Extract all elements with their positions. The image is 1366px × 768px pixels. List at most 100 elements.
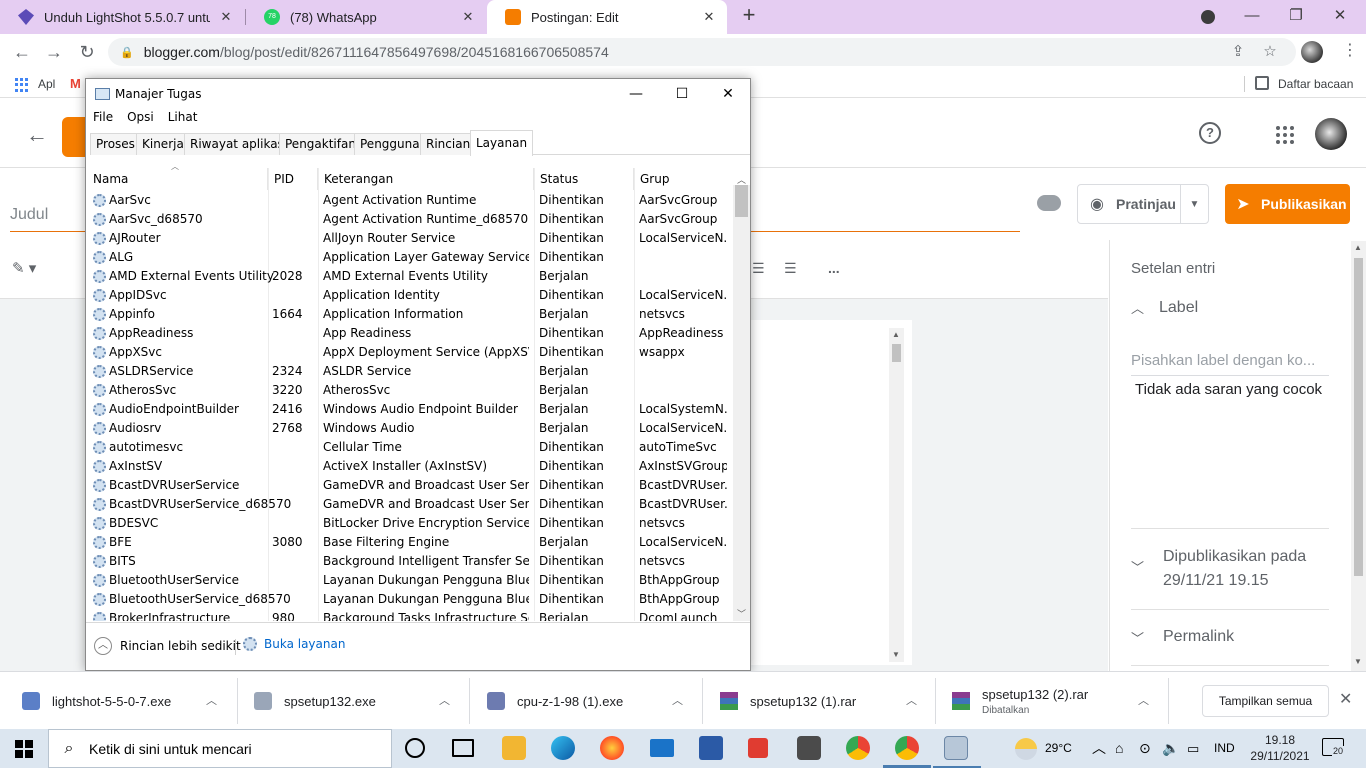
service-row[interactable]: BrokerInfrastructure 980 Background Tasks … (87, 609, 733, 621)
services-scrollbar[interactable]: ︿ ﹀ (733, 176, 750, 621)
taskbar-search-box[interactable]: ⌕ Ketik di sini untuk mencari (48, 729, 392, 768)
service-row[interactable]: Audiosrv 2768 Windows Audio Berjalan LocalSe… (87, 419, 733, 438)
compose-mode-icon[interactable]: ✎ ▾ (12, 259, 36, 277)
column-group[interactable]: Grup (634, 168, 733, 190)
download-item[interactable]: spsetup132 (2).rar Dibatalkan ︿ (952, 672, 1166, 730)
menu-view[interactable]: Lihat (161, 110, 205, 128)
tab-startup[interactable]: Pengaktifan (279, 133, 362, 155)
store-icon[interactable] (699, 736, 723, 760)
scroll-down-icon[interactable]: ▼ (1354, 657, 1362, 666)
download-item[interactable]: lightshot-5-5-0-7.exe ︿ (22, 672, 236, 730)
service-row[interactable]: AarSvc Agent Activation Runtime Dihentikan… (87, 191, 733, 210)
sidebar-scrollbar[interactable]: ▲ ▼ (1351, 241, 1366, 671)
tab-lightshot[interactable]: Unduh LightShot 5.5.0.7 untuk W ✕ (0, 0, 244, 34)
menu-file[interactable]: File (86, 110, 120, 128)
chevron-up-icon[interactable]: ︿ (906, 692, 917, 708)
published-section-toggle[interactable]: ﹀ Dipublikasikan pada 29/11/21 19.15 (1131, 545, 1306, 593)
close-tab-icon[interactable]: ✕ (218, 9, 234, 25)
tab-app-history[interactable]: Riwayat aplikasi (184, 133, 294, 155)
service-row[interactable]: ALG Application Layer Gateway Service Dihe… (87, 248, 733, 267)
chrome-icon[interactable] (846, 736, 870, 760)
chrome-menu-icon[interactable]: ⋮ (1340, 40, 1360, 60)
service-row[interactable]: BcastDVRUserService GameDVR and Broadcast… (87, 476, 733, 495)
service-row[interactable]: AJRouter AllJoyn Router Service Dihentikan… (87, 229, 733, 248)
close-shelf-icon[interactable]: ✕ (1339, 689, 1352, 709)
service-row[interactable]: BDESVC BitLocker Drive Encryption Service… (87, 514, 733, 533)
preview-button[interactable]: ◉ Pratinjau ▼ (1077, 184, 1209, 224)
service-row[interactable]: BluetoothUserService_d68570 Layanan Dukun… (87, 590, 733, 609)
close-icon[interactable]: ✕ (705, 83, 751, 105)
reading-list[interactable]: Daftar bacaan (1278, 77, 1353, 91)
scroll-up-icon[interactable]: ▲ (1354, 243, 1362, 252)
show-hidden-icons-icon[interactable]: ︿ (1092, 729, 1106, 768)
gmail-icon[interactable]: M (70, 76, 81, 91)
download-item[interactable]: spsetup132.exe ︿ (254, 672, 468, 730)
volume-icon[interactable]: 🔈 (1162, 729, 1179, 768)
service-row[interactable]: AppXSvc AppX Deployment Service (AppXSVC)… (87, 343, 733, 362)
blogger-back-arrow-icon[interactable]: ← (26, 122, 48, 148)
tab-blogger-edit[interactable]: Postingan: Edit ✕ (487, 0, 727, 34)
restore-window-icon[interactable]: ❐ (1274, 0, 1318, 34)
chevron-up-icon[interactable]: ︿ (1138, 692, 1149, 708)
editor-scrollbar[interactable]: ▲ ▼ (889, 328, 904, 662)
apps-grid-icon[interactable] (15, 78, 29, 92)
service-row[interactable]: AtherosSvc 3220 AtherosSvc Berjalan (87, 381, 733, 400)
service-row[interactable]: AMD External Events Utility 2028 AMD Exter… (87, 267, 733, 286)
profile-avatar[interactable] (1301, 41, 1323, 63)
service-row[interactable]: AppReadiness App Readiness Dihentikan AppRe… (87, 324, 733, 343)
menu-options[interactable]: Opsi (120, 110, 161, 128)
chrome-active-icon[interactable] (883, 736, 931, 768)
service-row[interactable]: BITS Background Intelligent Transfer Serv… (87, 552, 733, 571)
service-row[interactable]: ASLDRService 2324 ASLDR Service Berjalan (87, 362, 733, 381)
input-language[interactable]: IND (1214, 729, 1235, 768)
close-window-icon[interactable]: ✕ (1318, 0, 1362, 34)
taskbar-clock[interactable]: 19.18 29/11/2021 (1244, 732, 1316, 764)
tab-whatsapp[interactable]: 78 (78) WhatsApp ✕ (246, 0, 486, 34)
minimize-icon[interactable]: — (613, 83, 659, 105)
maximize-icon[interactable]: ☐ (659, 83, 705, 105)
minimize-window-icon[interactable]: — (1230, 0, 1274, 34)
network-icon[interactable]: ⌂ (1115, 729, 1123, 768)
scroll-thumb[interactable] (1354, 258, 1363, 576)
close-tab-icon[interactable]: ✕ (460, 9, 476, 25)
service-row[interactable]: BcastDVRUserService_d68570 GameDVR and Br… (87, 495, 733, 514)
chevron-down-icon[interactable]: ▼ (1181, 199, 1208, 210)
task-manager-taskbar-icon[interactable] (933, 736, 981, 768)
column-description[interactable]: Keterangan (318, 168, 534, 190)
download-item[interactable]: cpu-z-1-98 (1).exe ︿ (487, 672, 701, 730)
account-avatar[interactable] (1315, 118, 1347, 150)
scroll-up-icon[interactable]: ▲ (892, 330, 900, 339)
indent-decrease-icon[interactable]: ☰ (784, 260, 797, 277)
edge-icon[interactable] (551, 736, 575, 760)
close-tab-icon[interactable]: ✕ (701, 9, 717, 25)
battery-icon[interactable]: ▭ (1187, 729, 1199, 768)
service-row[interactable]: AarSvc_d68570 Agent Activation Runtime_d6… (87, 210, 733, 229)
task-manager-titlebar[interactable]: Manajer Tugas — ☐ ✕ (86, 79, 750, 109)
editor-page[interactable] (750, 320, 912, 665)
task-view-icon[interactable] (452, 739, 474, 757)
back-arrow-icon[interactable]: ← (10, 40, 34, 64)
reading-list-icon[interactable] (1255, 76, 1269, 90)
column-pid[interactable]: PID (268, 168, 318, 190)
chevron-up-icon[interactable]: ︿ (206, 692, 217, 708)
service-row[interactable]: AxInstSV ActiveX Installer (AxInstSV) Dihe… (87, 457, 733, 476)
label-input[interactable]: Pisahkan label dengan ko... (1131, 352, 1329, 376)
indent-increase-icon[interactable]: ☰ (752, 260, 765, 277)
service-row[interactable]: BluetoothUserService Layanan Dukungan Pen… (87, 571, 733, 590)
permalink-section-toggle[interactable]: ﹀ Permalink (1131, 628, 1234, 647)
column-name[interactable]: Nama (87, 168, 268, 190)
show-all-downloads-button[interactable]: Tampilkan semua (1202, 685, 1329, 717)
scroll-down-icon[interactable]: ﹀ (737, 607, 746, 620)
tab-details[interactable]: Rincian (420, 133, 477, 155)
open-services-link[interactable]: Buka layanan (243, 637, 345, 651)
service-row[interactable]: BFE 3080 Base Filtering Engine Berjalan Loca… (87, 533, 733, 552)
more-options-icon[interactable]: ... (828, 260, 840, 276)
reload-icon[interactable]: ↻ (75, 40, 99, 64)
chevron-up-icon[interactable]: ︿ (672, 692, 683, 708)
scroll-down-icon[interactable]: ▼ (892, 650, 900, 659)
firefox-icon[interactable] (600, 736, 624, 760)
publish-button[interactable]: ➤ Publikasikan (1225, 184, 1350, 224)
scroll-thumb[interactable] (735, 185, 748, 217)
service-row[interactable]: AppIDSvc Application Identity Dihentikan Lo… (87, 286, 733, 305)
mail-icon[interactable] (650, 739, 674, 757)
